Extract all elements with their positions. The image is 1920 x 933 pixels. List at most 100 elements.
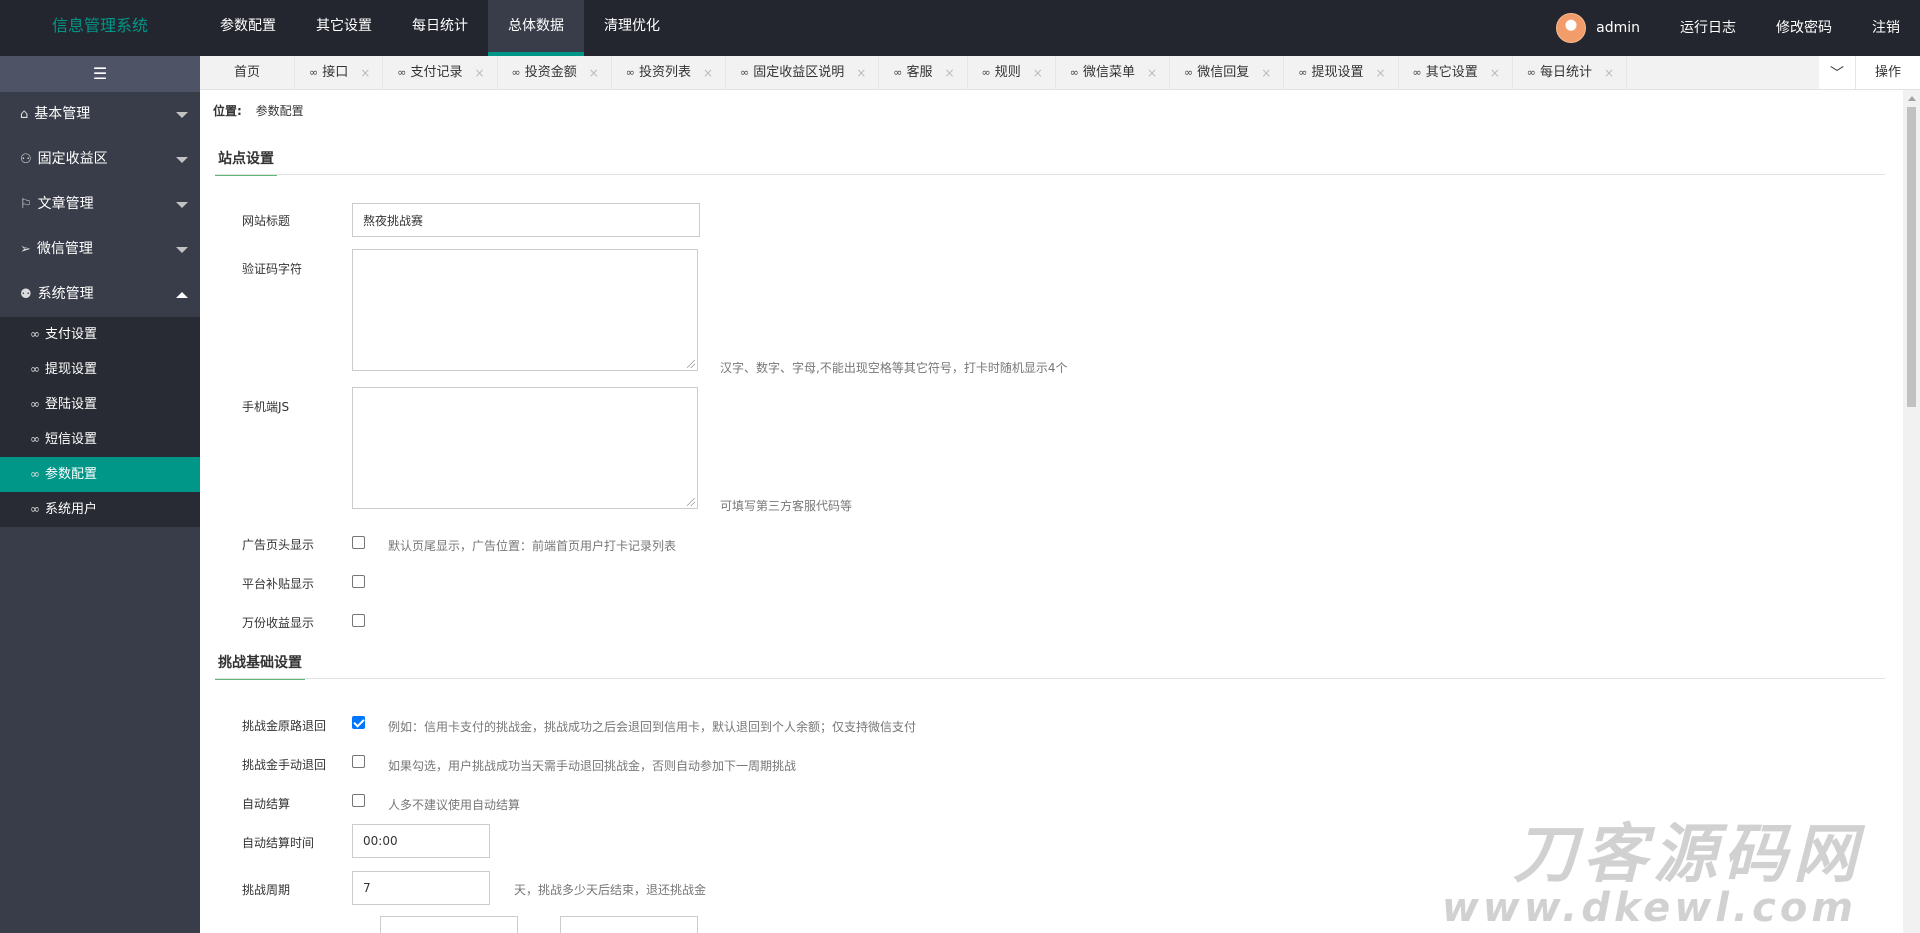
auto-settle-time-input[interactable] [352, 824, 490, 858]
close-icon[interactable]: × [944, 56, 954, 89]
tab-rules[interactable]: ∞ 规则 × [968, 56, 1056, 89]
sidebar-group-label: 微信管理 [36, 241, 93, 257]
breadcrumb-label: 位置: [213, 104, 242, 118]
manual-refund-label: 挑战金手动退回 [242, 758, 327, 772]
close-icon[interactable]: × [1490, 56, 1500, 89]
close-icon[interactable]: × [474, 56, 484, 89]
captcha-label: 验证码字符 [242, 262, 303, 276]
sidebar-group-system[interactable]: ⚉ 系统管理 [0, 272, 200, 317]
tab-label: 支付记录 [410, 65, 463, 80]
close-icon[interactable]: × [703, 56, 713, 89]
tab-label: 微信回复 [1197, 65, 1250, 80]
sidebar-group-wechat[interactable]: ➢ 微信管理 [0, 227, 200, 272]
top-nav-cleanup[interactable]: 清理优化 [584, 0, 680, 56]
logout-link[interactable]: 注销 [1852, 0, 1920, 56]
link-icon: ∞ [1412, 66, 1422, 79]
ad-header-checkbox[interactable] [352, 536, 365, 549]
tab-label: 规则 [994, 65, 1021, 80]
scrollbar-thumb[interactable] [1907, 107, 1916, 407]
sidebar: ☰ ⌂ 基本管理 ⚇ 固定收益区 ⚐ 文章管理 ➢ 微信管理 ⚉ 系统管理 ∞ 支… [0, 56, 200, 933]
tab-label: 客服 [906, 65, 933, 80]
flag-icon: ⚐ [20, 197, 32, 212]
close-icon[interactable]: × [856, 56, 866, 89]
tab-label: 接口 [322, 65, 349, 80]
sidebar-item-payment-settings[interactable]: ∞ 支付设置 [0, 317, 200, 352]
user-menu[interactable]: admin [1536, 0, 1660, 56]
caret-up-icon [176, 292, 188, 298]
change-password-link[interactable]: 修改密码 [1756, 0, 1852, 56]
caret-down-icon [176, 157, 188, 163]
run-log-link[interactable]: 运行日志 [1660, 0, 1756, 56]
tab-investment-list[interactable]: ∞ 投资列表 × [612, 56, 727, 89]
tab-customer-service[interactable]: ∞ 客服 × [879, 56, 968, 89]
scroll-up-arrow-icon[interactable] [1908, 96, 1916, 101]
auto-settle-hint: 人多不建议使用自动结算 [388, 798, 521, 812]
tab-home[interactable]: 首页 [200, 56, 296, 89]
username: admin [1596, 20, 1640, 36]
extra-input-1[interactable] [380, 916, 518, 933]
app-logo[interactable]: 信息管理系统 [0, 0, 200, 56]
sidebar-item-label: 支付设置 [45, 327, 98, 342]
extra-input-2[interactable] [560, 916, 698, 933]
tab-payment-records[interactable]: ∞ 支付记录 × [383, 56, 498, 89]
sidebar-group-fixed-income[interactable]: ⚇ 固定收益区 [0, 137, 200, 182]
top-nav-other-settings[interactable]: 其它设置 [296, 0, 392, 56]
sidebar-group-articles[interactable]: ⚐ 文章管理 [0, 182, 200, 227]
breadcrumb-current: 参数配置 [255, 104, 304, 118]
tab-interface[interactable]: ∞ 接口 × [295, 56, 384, 89]
site-title-input[interactable] [352, 203, 700, 237]
sidebar-item-sms-settings[interactable]: ∞ 短信设置 [0, 422, 200, 457]
tab-label: 提现设置 [1311, 65, 1364, 80]
close-icon[interactable]: × [1375, 56, 1385, 89]
top-nav: 参数配置 其它设置 每日统计 总体数据 清理优化 [200, 0, 680, 56]
mobile-js-textarea[interactable] [352, 387, 698, 509]
sidebar-item-params[interactable]: ∞ 参数配置 [0, 457, 200, 492]
refund-checkbox[interactable] [352, 716, 365, 729]
close-icon[interactable]: × [1033, 56, 1043, 89]
subsidy-checkbox[interactable] [352, 575, 365, 588]
sidebar-item-withdraw-settings[interactable]: ∞ 提现设置 [0, 352, 200, 387]
top-right-menu: admin 运行日志 修改密码 注销 [1536, 0, 1920, 56]
wanfen-checkbox[interactable] [352, 614, 365, 627]
tab-operations-button[interactable]: 操作 [1855, 56, 1920, 89]
tab-other-settings[interactable]: ∞ 其它设置 × [1399, 56, 1513, 89]
auto-settle-label: 自动结算 [242, 797, 291, 811]
close-icon[interactable]: × [1147, 56, 1157, 89]
top-nav-overall-data[interactable]: 总体数据 [488, 0, 584, 56]
subsidy-label: 平台补贴显示 [242, 577, 315, 591]
breadcrumb: 位置: 参数配置 [213, 102, 304, 119]
tab-wechat-reply[interactable]: ∞ 微信回复 × [1170, 56, 1285, 89]
tab-bar: 首页 ∞ 接口 × ∞ 支付记录 × ∞ 投资金额 × ∞ 投资列表 × ∞ 固定收益区说明 × ∞… [200, 56, 1920, 90]
tab-investment-amount[interactable]: ∞ 投资金额 × [498, 56, 612, 89]
close-icon[interactable]: × [589, 56, 599, 89]
top-nav-daily-stats[interactable]: 每日统计 [392, 0, 488, 56]
close-icon[interactable]: × [1604, 56, 1614, 89]
close-icon[interactable]: × [360, 56, 370, 89]
close-icon[interactable]: × [1261, 56, 1271, 89]
auto-settle-checkbox[interactable] [352, 794, 365, 807]
sidebar-item-login-settings[interactable]: ∞ 登陆设置 [0, 387, 200, 422]
tab-daily-stats[interactable]: ∞ 每日统计 × [1513, 56, 1628, 89]
top-nav-params[interactable]: 参数配置 [200, 0, 296, 56]
link-icon: ∞ [981, 66, 991, 79]
sidebar-group-label: 固定收益区 [37, 151, 108, 167]
sidebar-group-basic[interactable]: ⌂ 基本管理 [0, 92, 200, 137]
caret-down-icon [176, 202, 188, 208]
sidebar-item-system-users[interactable]: ∞ 系统用户 [0, 492, 200, 527]
sidebar-group-label: 系统管理 [37, 286, 94, 302]
sidebar-item-label: 参数配置 [45, 467, 98, 482]
period-input[interactable] [352, 871, 490, 905]
sidebar-toggle-icon[interactable]: ☰ [0, 56, 200, 92]
tab-wechat-menu[interactable]: ∞ 微信菜单 × [1056, 56, 1171, 89]
captcha-textarea[interactable] [352, 249, 698, 371]
manual-refund-checkbox[interactable] [352, 755, 365, 768]
main-scrollbar[interactable] [1903, 90, 1920, 933]
chevron-down-icon[interactable]: ﹀ [1819, 56, 1855, 89]
tab-fixed-income-desc[interactable]: ∞ 固定收益区说明 × [726, 56, 880, 89]
period-label: 挑战周期 [242, 883, 291, 897]
link-icon: ∞ [309, 66, 319, 79]
mobile-js-label: 手机端JS [242, 400, 290, 414]
tab-withdraw-settings[interactable]: ∞ 提现设置 × [1284, 56, 1399, 89]
tab-label: 每日统计 [1539, 65, 1592, 80]
link-icon: ∞ [30, 327, 40, 341]
